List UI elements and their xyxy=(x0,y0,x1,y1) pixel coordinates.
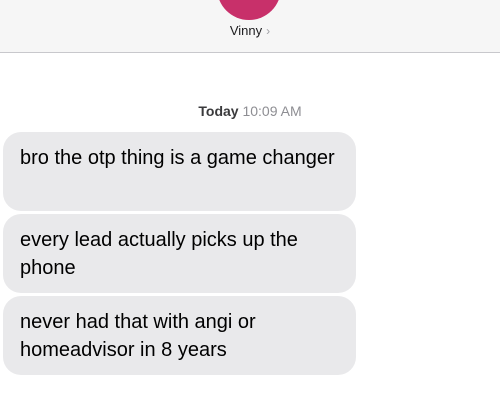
message-timestamp: Today 10:09 AM xyxy=(0,102,500,120)
message-text: every lead actually picks up the phone xyxy=(20,229,298,279)
timestamp-day: Today xyxy=(198,103,239,119)
message-bubble[interactable]: bro the otp thing is a game changer xyxy=(3,132,356,211)
contact-avatar-icon[interactable] xyxy=(217,0,281,20)
chevron-right-icon: › xyxy=(266,24,271,38)
conversation-header: Vinny › xyxy=(0,0,500,53)
contact-name: Vinny xyxy=(229,23,263,38)
message-text: never had that with angi or homeadvisor … xyxy=(20,311,256,361)
messages-screen: Vinny › Today 10:09 AM bro the otp thing … xyxy=(0,0,500,420)
message-bubble[interactable]: never had that with angi or homeadvisor … xyxy=(3,296,356,375)
contact-name-button[interactable]: Vinny › xyxy=(0,23,500,39)
message-text: bro the otp thing is a game changer xyxy=(20,147,335,169)
message-bubble[interactable]: every lead actually picks up the phone xyxy=(3,214,356,293)
timestamp-time: 10:09 AM xyxy=(242,103,302,119)
